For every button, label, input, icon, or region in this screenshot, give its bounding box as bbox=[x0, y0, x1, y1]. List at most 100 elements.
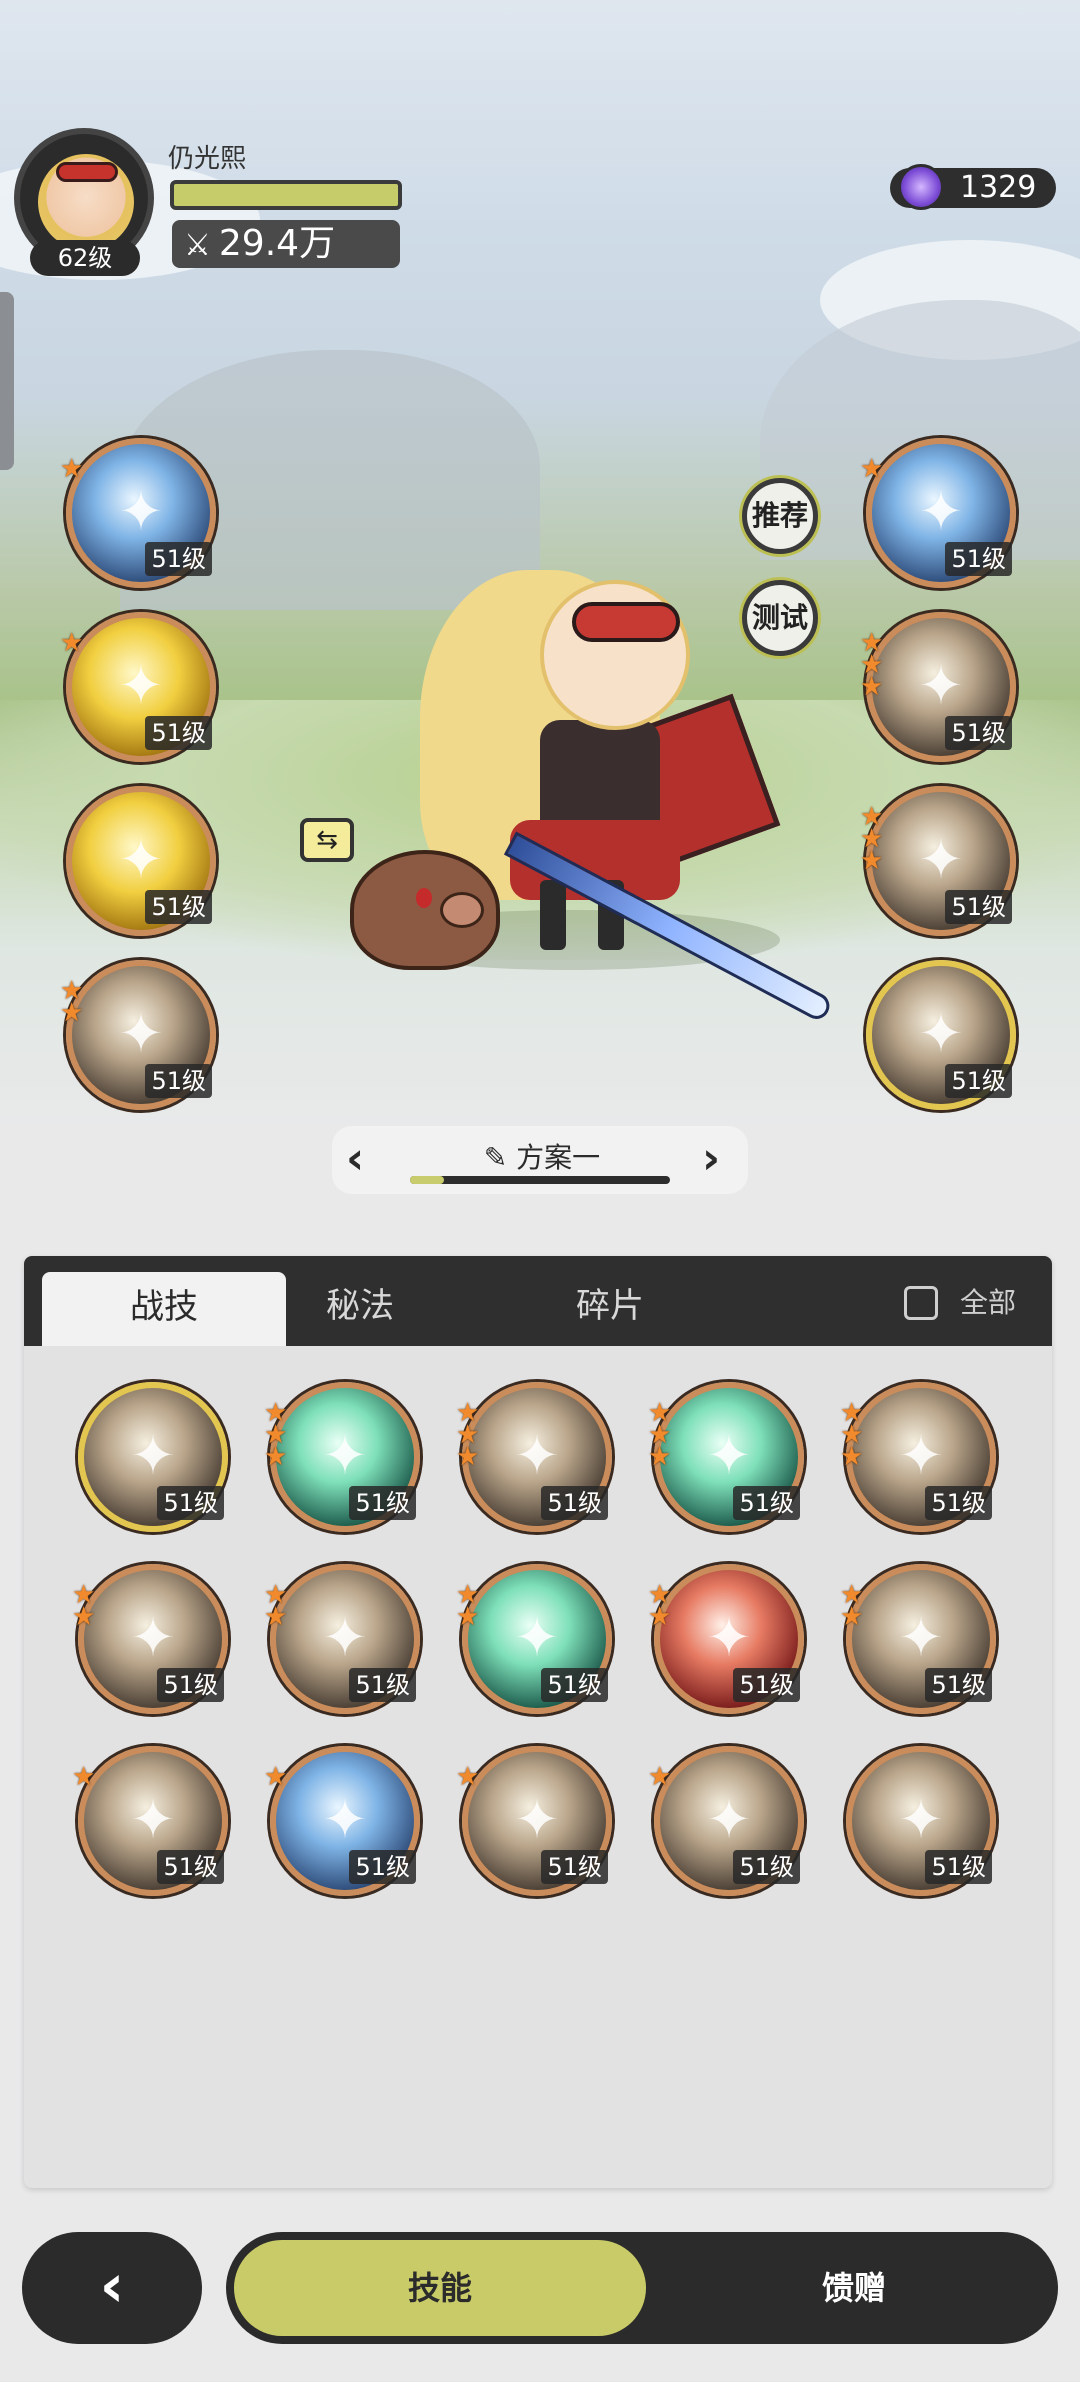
tab-combat-skills[interactable]: 战技 bbox=[42, 1272, 286, 1346]
skill-level-label: 51级 bbox=[733, 1668, 800, 1702]
purple-gem-icon bbox=[898, 164, 944, 210]
player-level-badge: 62级 bbox=[30, 240, 140, 276]
star-rank-icon: ★ bbox=[860, 454, 884, 484]
skill-art-icon: ✦ bbox=[322, 1606, 368, 1669]
character-goggles bbox=[572, 602, 680, 642]
star-rank-icon: ★ bbox=[456, 1762, 480, 1792]
skill-grid-item[interactable]: ✦ ★ ★ ★ 51级 bbox=[840, 1382, 996, 1532]
skill-grid-item[interactable]: ✦ ★ ★ 51级 bbox=[456, 1564, 612, 1714]
side-drawer-handle[interactable] bbox=[0, 292, 14, 470]
skill-grid-item[interactable]: ✦ ★ ★ ★ 51级 bbox=[264, 1382, 420, 1532]
skill-level-label: 51级 bbox=[733, 1850, 800, 1884]
star-rank-icon: ★ ★ bbox=[840, 1580, 864, 1632]
skill-art-icon: ✦ bbox=[118, 654, 164, 717]
tab-secret-arts[interactable]: 秘法 bbox=[280, 1276, 440, 1336]
skill-art-icon: ✦ bbox=[322, 1424, 368, 1487]
skill-level-label: 51级 bbox=[925, 1668, 992, 1702]
player-name: 仍光熙 bbox=[168, 144, 247, 174]
show-all-checkbox[interactable] bbox=[904, 1286, 938, 1320]
skill-level-label: 51级 bbox=[945, 542, 1012, 576]
skills-tab-button[interactable]: 技能 bbox=[234, 2240, 646, 2336]
gift-tab-button[interactable]: 馈赠 bbox=[658, 2240, 1050, 2336]
skill-level-label: 51级 bbox=[349, 1486, 416, 1520]
plan-title[interactable]: ✎ 方案一 bbox=[452, 1136, 632, 1176]
plan-progress-track bbox=[410, 1176, 670, 1184]
skill-grid-item[interactable]: ✦ ★ ★ 51级 bbox=[72, 1564, 228, 1714]
equipped-skill-left-2[interactable]: ✦ ★ 51级 bbox=[60, 612, 216, 762]
skill-grid-item[interactable]: ✦ ★ ★ 51级 bbox=[648, 1564, 804, 1714]
test-button[interactable]: 测试 bbox=[742, 580, 818, 656]
skill-art-icon: ✦ bbox=[118, 828, 164, 891]
equipped-skill-left-3[interactable]: ✦ 51级 bbox=[66, 786, 216, 936]
equipped-skill-left-4[interactable]: ✦ ★ ★ 51级 bbox=[60, 960, 216, 1110]
show-all-label: 全部 bbox=[960, 1286, 1017, 1319]
skill-grid-item[interactable]: ✦ ★ 51级 bbox=[456, 1746, 612, 1896]
skill-art-icon: ✦ bbox=[322, 1788, 368, 1851]
skill-level-label: 51级 bbox=[945, 890, 1012, 924]
skill-level-label: 51级 bbox=[541, 1850, 608, 1884]
star-rank-icon: ★ ★ ★ bbox=[264, 1398, 288, 1472]
skill-art-icon: ✦ bbox=[898, 1788, 944, 1851]
pet-eye bbox=[416, 888, 432, 908]
equipped-skill-right-3[interactable]: ✦ ★ ★ ★ 51级 bbox=[860, 786, 1016, 936]
skill-grid-item[interactable]: ✦ ★ 51级 bbox=[648, 1746, 804, 1896]
star-rank-icon: ★ bbox=[60, 628, 84, 658]
tab-fragments[interactable]: 碎片 bbox=[530, 1276, 690, 1336]
skill-grid-item[interactable]: ✦ ★ ★ 51级 bbox=[264, 1564, 420, 1714]
star-rank-icon: ★ ★ ★ bbox=[840, 1398, 864, 1472]
currency-amount: 1329 bbox=[960, 170, 1037, 205]
swap-icon[interactable]: ⇆ bbox=[300, 818, 354, 862]
star-rank-icon: ★ ★ bbox=[648, 1580, 672, 1632]
skill-grid-item[interactable]: ✦ ★ 51级 bbox=[264, 1746, 420, 1896]
skill-level-label: 51级 bbox=[145, 890, 212, 924]
star-rank-icon: ★ ★ ★ bbox=[860, 802, 884, 876]
pet-boar[interactable] bbox=[350, 850, 500, 970]
star-rank-icon: ★ ★ bbox=[72, 1580, 96, 1632]
star-rank-icon: ★ ★ bbox=[60, 976, 84, 1028]
star-rank-icon: ★ ★ ★ bbox=[456, 1398, 480, 1472]
equipped-skill-right-2[interactable]: ✦ ★ ★ ★ 51级 bbox=[860, 612, 1016, 762]
plan-switcher: ‹ ✎ 方案一 › bbox=[332, 1126, 748, 1194]
skill-grid-item[interactable]: ✦ ★ ★ ★ 51级 bbox=[648, 1382, 804, 1532]
equipped-skill-right-4[interactable]: ✦ 51级 bbox=[866, 960, 1016, 1110]
skill-art-icon: ✦ bbox=[130, 1606, 176, 1669]
skill-art-icon: ✦ bbox=[130, 1424, 176, 1487]
skill-grid-item[interactable]: ✦ 51级 bbox=[78, 1382, 228, 1532]
bottom-navigation: ‹ 技能 馈赠 bbox=[0, 2212, 1080, 2382]
star-rank-icon: ★ ★ bbox=[456, 1580, 480, 1632]
skill-level-label: 51级 bbox=[157, 1668, 224, 1702]
skill-art-icon: ✦ bbox=[706, 1788, 752, 1851]
plan-progress-fill bbox=[410, 1176, 444, 1184]
skill-art-icon: ✦ bbox=[118, 480, 164, 543]
star-rank-icon: ★ ★ ★ bbox=[860, 628, 884, 702]
skill-art-icon: ✦ bbox=[918, 480, 964, 543]
equipped-skill-right-1[interactable]: ✦ ★ 51级 bbox=[860, 438, 1016, 588]
skill-level-label: 51级 bbox=[541, 1486, 608, 1520]
star-rank-icon: ★ bbox=[72, 1762, 96, 1792]
skill-grid-item[interactable]: ✦ ★ ★ ★ 51级 bbox=[456, 1382, 612, 1532]
skill-level-label: 51级 bbox=[541, 1668, 608, 1702]
plan-next-button[interactable]: › bbox=[702, 1134, 720, 1184]
skill-art-icon: ✦ bbox=[918, 828, 964, 891]
plan-prev-button[interactable]: ‹ bbox=[346, 1134, 364, 1184]
bottom-tab-switch: 技能 馈赠 bbox=[226, 2232, 1058, 2344]
skill-grid-item[interactable]: ✦ 51级 bbox=[846, 1746, 996, 1896]
equipped-skill-left-1[interactable]: ✦ ★ 51级 bbox=[60, 438, 216, 588]
skill-art-icon: ✦ bbox=[706, 1424, 752, 1487]
skill-grid-item[interactable]: ✦ ★ 51级 bbox=[72, 1746, 228, 1896]
skill-level-label: 51级 bbox=[945, 1064, 1012, 1098]
currency-display[interactable]: 1329 bbox=[890, 164, 1056, 210]
skill-level-label: 51级 bbox=[157, 1486, 224, 1520]
recommend-button[interactable]: 推荐 bbox=[742, 478, 818, 554]
combat-power-value: 29.4万 bbox=[218, 223, 336, 264]
skill-grid-item[interactable]: ✦ ★ ★ 51级 bbox=[840, 1564, 996, 1714]
star-rank-icon: ★ ★ bbox=[264, 1580, 288, 1632]
skill-level-label: 51级 bbox=[349, 1850, 416, 1884]
back-button[interactable]: ‹ bbox=[22, 2232, 202, 2344]
skill-art-icon: ✦ bbox=[706, 1606, 752, 1669]
avatar-goggles bbox=[56, 162, 118, 182]
star-rank-icon: ★ bbox=[60, 454, 84, 484]
skill-level-label: 51级 bbox=[145, 542, 212, 576]
skill-level-label: 51级 bbox=[925, 1486, 992, 1520]
pet-snout bbox=[440, 892, 484, 928]
